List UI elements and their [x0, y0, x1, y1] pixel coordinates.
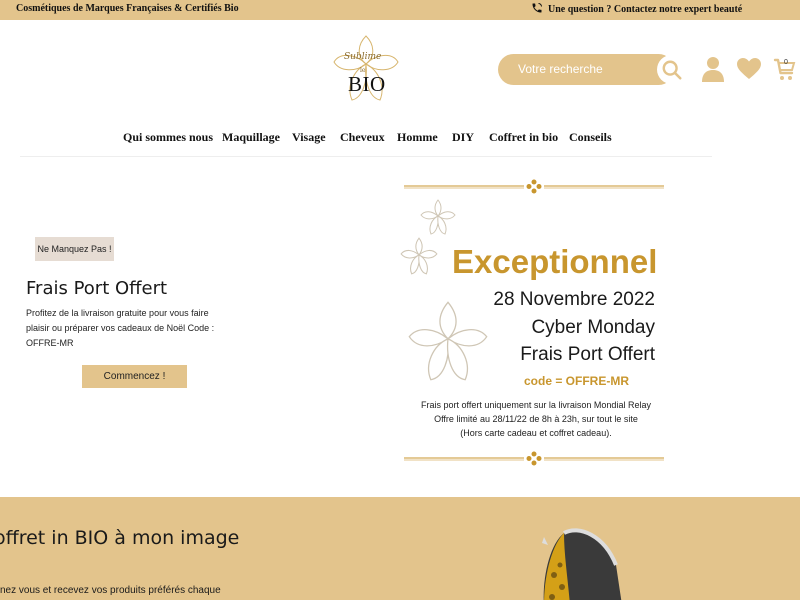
search-bar[interactable]: Votre recherche [498, 54, 686, 85]
main-nav: Qui sommes nous Maquillage Visage Cheveu… [0, 130, 800, 148]
logo-script: Sublime [344, 52, 382, 62]
banner-details: Frais port offert uniquement sur la livr… [400, 398, 672, 440]
pouch-product-image [542, 528, 622, 600]
account-icon[interactable] [701, 56, 725, 87]
cart-count: 0 [784, 59, 788, 66]
banner-event: Cyber Monday [531, 317, 655, 338]
nav-item-homme[interactable]: Homme [397, 130, 438, 145]
start-button[interactable]: Commencez ! [82, 365, 187, 388]
nav-item-maquillage[interactable]: Maquillage [222, 130, 280, 145]
promo-title: Frais Port Offert [26, 278, 168, 299]
logo-brand: BIO [348, 72, 386, 96]
search-icon [662, 60, 682, 80]
nav-item-conseils[interactable]: Conseils [569, 130, 612, 145]
small-flower-icon-2 [400, 237, 438, 275]
nav-item-cheveux[interactable]: Cheveux [340, 130, 385, 145]
search-button[interactable] [657, 55, 686, 84]
contact-link[interactable]: Une question ? Contactez notre expert be… [531, 2, 742, 17]
banner-detail-line: Offre limité au 28/11/22 de 8h à 23h, su… [434, 414, 638, 424]
large-flower-icon [408, 301, 488, 381]
small-flower-icon [420, 199, 456, 235]
banner-date: 28 Novembre 2022 [493, 289, 655, 310]
banner-headline: Exceptionnel [452, 243, 658, 280]
site-logo[interactable]: Sublime le BIO [330, 30, 402, 108]
section-title: offret in BIO à mon image [0, 527, 240, 549]
nav-divider [20, 156, 712, 157]
promo-text: Profitez de la livraison gratuite pour v… [26, 308, 215, 348]
tagline: Cosmétiques de Marques Françaises & Cert… [16, 3, 239, 14]
ornament-divider-bottom [404, 451, 664, 466]
search-input[interactable]: Votre recherche [518, 62, 603, 76]
ornament-divider-top [404, 179, 664, 194]
coffret-section: offret in BIO à mon image nez vous et re… [0, 497, 800, 600]
nav-item-diy[interactable]: DIY [452, 130, 474, 145]
nav-item-qui-sommes-nous[interactable]: Qui sommes nous [123, 130, 213, 145]
banner-detail-line: (Hors carte cadeau et coffret cadeau). [460, 428, 612, 438]
heart-icon[interactable] [737, 58, 761, 85]
banner-offer: Frais Port Offert [520, 344, 655, 365]
banner-code: code = OFFRE-MR [524, 374, 630, 388]
section-text: nez vous et recevez vos produits préféré… [0, 585, 221, 596]
banner-detail-line: Frais port offert uniquement sur la livr… [421, 400, 651, 410]
nav-item-visage[interactable]: Visage [292, 130, 326, 145]
top-banner: Cosmétiques de Marques Françaises & Cert… [0, 0, 800, 20]
contact-text: Une question ? Contactez notre expert be… [548, 4, 743, 15]
phone-icon [531, 2, 543, 17]
promo-tag: Ne Manquez Pas ! [35, 237, 114, 261]
nav-item-coffret[interactable]: Coffret in bio [489, 130, 558, 145]
